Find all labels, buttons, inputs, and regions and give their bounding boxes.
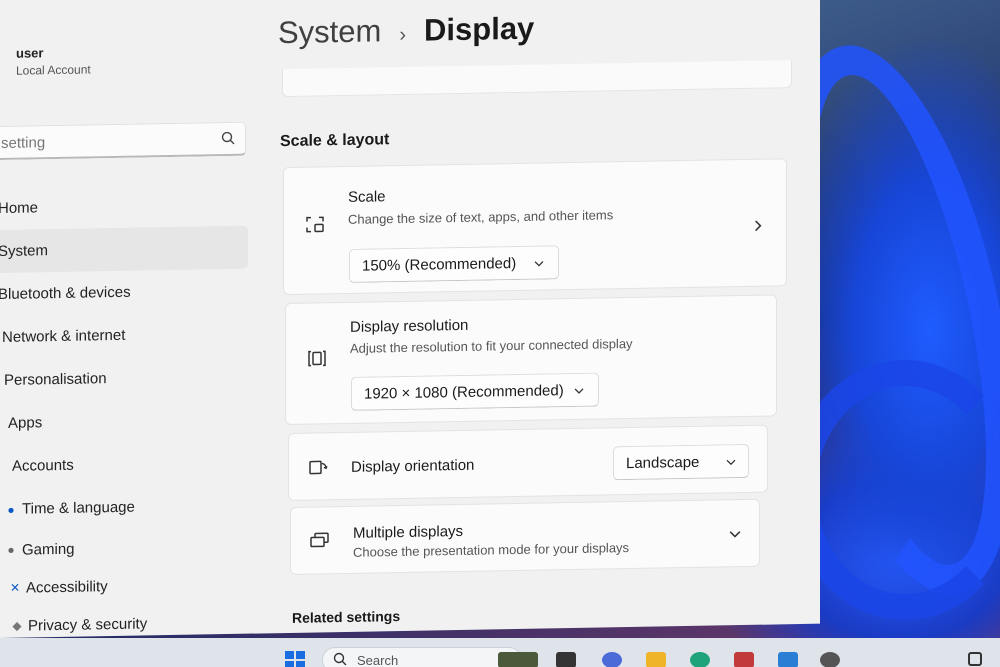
sidebar-item-label: Accounts	[12, 456, 74, 475]
display-resolution-value: 1920 × 1080 (Recommended)	[364, 381, 564, 403]
breadcrumb-parent[interactable]: System	[278, 13, 381, 51]
store-icon[interactable]	[734, 652, 754, 667]
display-orientation-dropdown[interactable]: Landscape	[613, 443, 749, 481]
sidebar-item-label: Home	[0, 199, 39, 218]
taskbar: Search	[0, 638, 1000, 667]
chevron-right-icon[interactable]	[752, 220, 764, 232]
taskbar-app-l-icon[interactable]	[778, 652, 798, 667]
accessibility-icon: ✕	[9, 580, 21, 595]
chevron-down-icon[interactable]	[729, 528, 741, 540]
sidebar-item-label: Network & internet	[2, 326, 126, 346]
page-title: Display	[424, 10, 535, 48]
scale-card[interactable]: Scale Change the size of text, apps, and…	[283, 158, 787, 296]
gaming-icon: ●	[7, 542, 15, 557]
sidebar-item-network-internet[interactable]: Network & internet	[0, 312, 248, 360]
scale-icon	[306, 216, 324, 233]
chevron-down-icon	[726, 459, 736, 466]
display-resolution-card: Display resolution Adjust the resolution…	[285, 294, 777, 426]
related-settings-heading: Related settings	[292, 608, 401, 626]
sidebar-item-system[interactable]: System	[0, 225, 248, 274]
sidebar-item-personalisation[interactable]: Personalisation	[0, 355, 248, 403]
chevron-down-icon	[534, 261, 544, 267]
resolution-icon	[308, 350, 326, 367]
multiple-displays-description: Choose the presentation mode for your di…	[353, 540, 630, 560]
display-resolution-description: Adjust the resolution to fit your connec…	[350, 335, 633, 356]
scale-description: Change the size of text, apps, and other…	[348, 207, 614, 227]
sidebar-item-label: Time & language	[22, 498, 135, 518]
breadcrumb-separator: ›	[399, 23, 407, 47]
settings-search-box[interactable]	[0, 121, 246, 161]
display-orientation-value: Landscape	[626, 453, 700, 472]
multiple-displays-title: Multiple displays	[353, 522, 464, 542]
sidebar-item-label: System	[0, 242, 49, 261]
taskbar-search[interactable]: Search	[322, 647, 522, 667]
send-icon[interactable]	[968, 652, 982, 666]
sidebar-nav: Home System Bluetooth & devices Network …	[0, 183, 248, 646]
sidebar-item-accounts[interactable]: Accounts	[0, 441, 248, 489]
previous-settings-card	[282, 60, 792, 98]
sidebar-item-label: Privacy & security	[28, 614, 148, 635]
orientation-icon	[309, 460, 328, 475]
sidebar-item-time-language[interactable]: ● Time & language	[0, 484, 248, 532]
display-orientation-card: Display orientation Landscape	[288, 424, 768, 501]
chevron-down-icon	[574, 388, 584, 394]
windows-start-icon[interactable]	[284, 650, 306, 667]
breadcrumb: System › Display	[278, 11, 534, 51]
sidebar-item-label: Apps	[8, 414, 43, 432]
sidebar-item-label: Accessibility	[26, 577, 108, 597]
edge-icon[interactable]	[690, 652, 710, 667]
settings-gear-icon[interactable]	[820, 652, 840, 667]
taskbar-widget-icon[interactable]	[498, 652, 538, 667]
search-icon[interactable]	[221, 131, 235, 145]
settings-window: user Local Account Home System Bluetooth…	[0, 0, 820, 639]
file-explorer-icon[interactable]	[646, 652, 666, 667]
sidebar-item-home[interactable]: Home	[0, 183, 248, 231]
sidebar-item-accessibility[interactable]: ✕ Accessibility	[0, 565, 248, 608]
sidebar-item-gaming[interactable]: ● Gaming	[0, 527, 248, 570]
user-name: user	[16, 45, 44, 61]
display-resolution-title: Display resolution	[350, 316, 469, 336]
scale-title: Scale	[348, 188, 386, 206]
sidebar-item-label: Personalisation	[4, 370, 107, 389]
scale-dropdown[interactable]: 150% (Recommended)	[349, 245, 559, 283]
settings-search-input[interactable]	[1, 129, 201, 153]
sidebar-item-label: Bluetooth & devices	[0, 283, 131, 304]
taskbar-task-view-icon[interactable]	[556, 652, 576, 667]
sidebar-item-apps[interactable]: Apps	[0, 398, 248, 446]
sidebar-item-label: Gaming	[22, 540, 75, 559]
multiple-displays-card[interactable]: Multiple displays Choose the presentatio…	[290, 498, 760, 575]
display-resolution-dropdown[interactable]: 1920 × 1080 (Recommended)	[351, 372, 599, 411]
taskbar-search-label: Search	[357, 653, 399, 667]
display-orientation-title: Display orientation	[351, 456, 475, 476]
user-account-type: Local Account	[16, 62, 91, 78]
shield-icon: ◆	[12, 618, 22, 633]
scale-dropdown-value: 150% (Recommended)	[362, 254, 517, 275]
taskbar-app-icon[interactable]	[602, 652, 622, 667]
search-icon	[333, 652, 347, 666]
sidebar-item-bluetooth-devices[interactable]: Bluetooth & devices	[0, 269, 248, 317]
multiple-displays-icon	[310, 532, 329, 548]
globe-icon: ●	[7, 502, 15, 517]
section-title: Scale & layout	[280, 131, 390, 151]
